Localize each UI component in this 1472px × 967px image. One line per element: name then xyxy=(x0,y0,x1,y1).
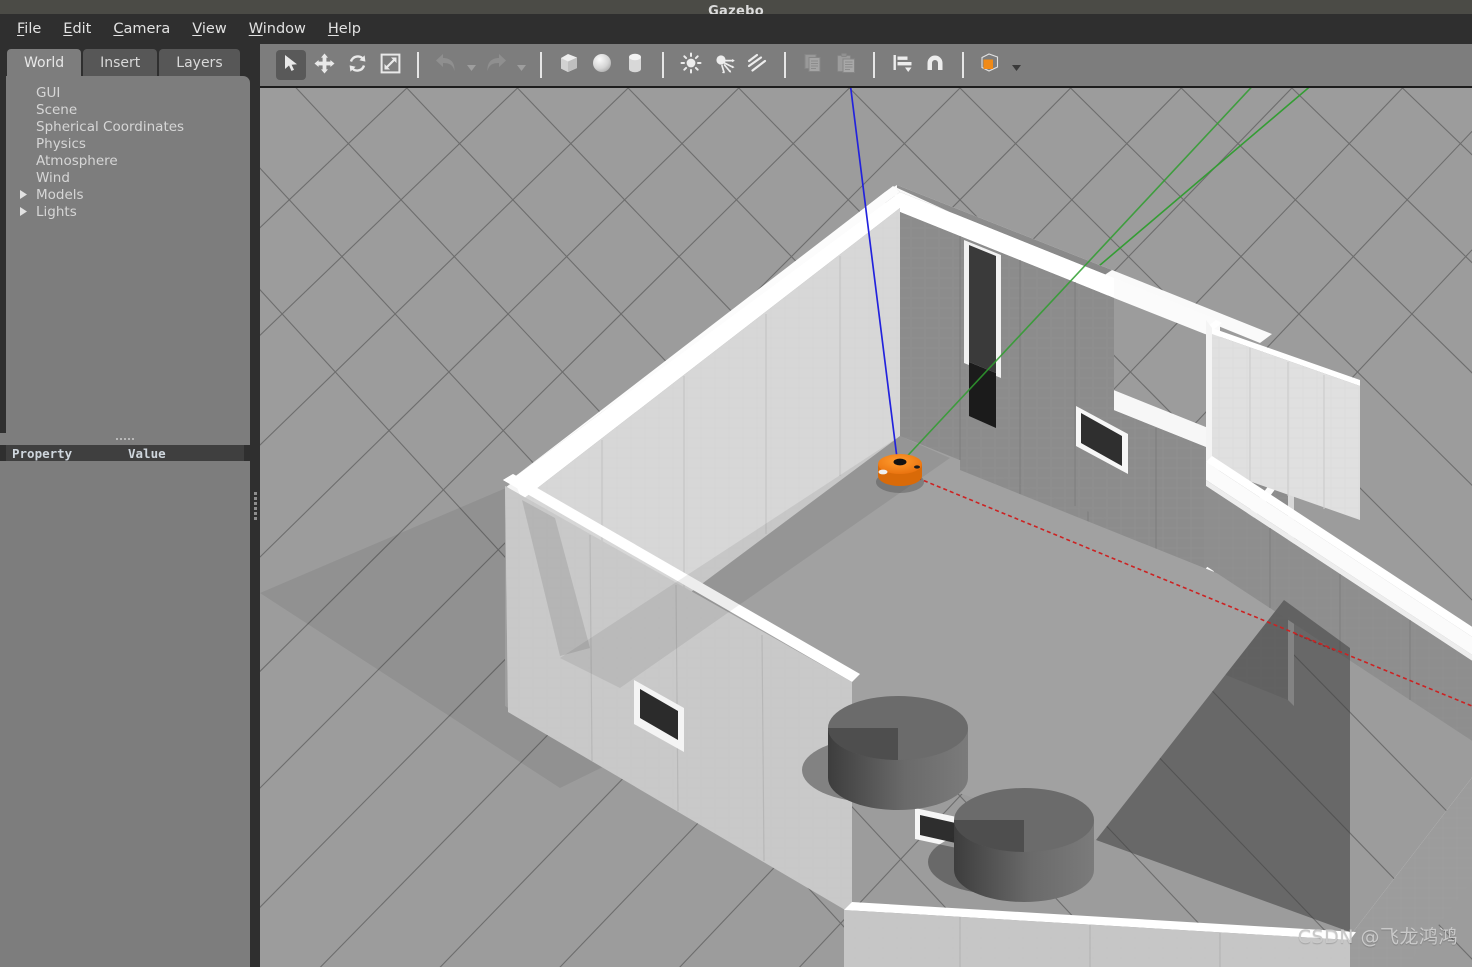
chevron-down-icon xyxy=(466,56,476,75)
redo-arrow-icon xyxy=(485,53,507,77)
tree-item-label: GUI xyxy=(36,84,61,101)
tree-item-label: Physics xyxy=(36,135,86,152)
gazebo-window: Gazebo File Edit Camera View Window Help… xyxy=(0,0,1472,967)
menu-window[interactable]: Window xyxy=(238,17,317,41)
tree-item-spherical-coordinates[interactable]: Spherical Coordinates xyxy=(6,118,250,135)
world-tree: GUI Scene Spherical Coordinates Physics … xyxy=(6,76,250,433)
insert-spot-light-button[interactable] xyxy=(709,50,739,80)
tree-item-label: Lights xyxy=(36,203,77,220)
directional-light-icon xyxy=(746,52,768,78)
robot-wheel xyxy=(878,469,888,475)
translate-move-icon xyxy=(314,53,335,78)
spot-light-icon xyxy=(713,52,735,78)
undo-history-button[interactable] xyxy=(464,50,478,80)
view-angle-dropdown[interactable] xyxy=(1009,50,1023,80)
magnet-snap-icon xyxy=(924,52,946,78)
snap-button[interactable] xyxy=(920,50,950,80)
menu-bar: File Edit Camera View Window Help xyxy=(0,14,1472,44)
menu-view[interactable]: View xyxy=(181,17,237,41)
tree-item-scene[interactable]: Scene xyxy=(6,101,250,118)
align-icon xyxy=(891,52,913,78)
3d-viewport[interactable]: CSDN @飞龙鸿鸿 xyxy=(260,88,1472,967)
insert-directional-light-button[interactable] xyxy=(742,50,772,80)
chevron-right-icon[interactable] xyxy=(16,207,29,216)
window-title: Gazebo xyxy=(708,4,764,14)
align-button[interactable] xyxy=(887,50,917,80)
tab-layers[interactable]: Layers xyxy=(159,49,240,76)
undo-button[interactable] xyxy=(431,50,461,80)
tree-item-gui[interactable]: GUI xyxy=(6,84,250,101)
chevron-down-icon xyxy=(1011,56,1021,75)
main-vertical-splitter[interactable] xyxy=(250,44,260,967)
property-table-header: Property Value xyxy=(6,445,244,461)
rotate-mode-button[interactable] xyxy=(342,50,372,80)
tree-item-lights[interactable]: Lights xyxy=(6,203,250,220)
scale-icon xyxy=(380,53,401,78)
menu-camera[interactable]: Camera xyxy=(102,17,181,41)
splitter-grip-dots xyxy=(116,438,134,440)
column-header-property: Property xyxy=(12,445,73,461)
paste-button[interactable] xyxy=(831,50,861,80)
copy-icon xyxy=(802,52,824,78)
toolbar-separator xyxy=(873,52,875,78)
insert-cylinder-button[interactable] xyxy=(620,50,650,80)
main-toolbar xyxy=(260,44,1472,88)
copy-button[interactable] xyxy=(798,50,828,80)
splitter-grip-dots xyxy=(253,491,257,520)
paste-icon xyxy=(835,52,857,78)
property-table-body[interactable] xyxy=(0,461,250,967)
toolbar-separator xyxy=(784,52,786,78)
column-header-value: Value xyxy=(128,445,166,461)
tree-item-label: Wind xyxy=(36,169,70,186)
tab-insert-label: Insert xyxy=(100,54,141,71)
insert-point-light-button[interactable] xyxy=(676,50,706,80)
toolbar-separator xyxy=(662,52,664,78)
rotate-icon xyxy=(347,53,368,78)
tree-item-physics[interactable]: Physics xyxy=(6,135,250,152)
menu-file[interactable]: File xyxy=(6,17,52,41)
chevron-down-icon xyxy=(516,56,526,75)
redo-history-button[interactable] xyxy=(514,50,528,80)
insert-sphere-button[interactable] xyxy=(587,50,617,80)
title-bar: Gazebo xyxy=(0,0,1472,14)
tree-item-label: Spherical Coordinates xyxy=(36,118,185,135)
panel-tabstrip: World Insert Layers xyxy=(0,44,250,76)
tree-item-label: Models xyxy=(36,186,84,203)
turtlebot-robot xyxy=(876,454,924,493)
scale-mode-button[interactable] xyxy=(375,50,405,80)
tree-item-models[interactable]: Models xyxy=(6,186,250,203)
toolbar-separator xyxy=(962,52,964,78)
tab-world[interactable]: World xyxy=(7,49,82,76)
chevron-right-icon[interactable] xyxy=(16,190,29,199)
tree-item-wind[interactable]: Wind xyxy=(6,169,250,186)
translate-mode-button[interactable] xyxy=(309,50,339,80)
tab-world-label: World xyxy=(24,54,65,71)
point-light-icon xyxy=(680,52,702,78)
tree-item-atmosphere[interactable]: Atmosphere xyxy=(6,152,250,169)
menu-edit[interactable]: Edit xyxy=(52,17,102,41)
tab-layers-label: Layers xyxy=(176,54,223,71)
redo-button[interactable] xyxy=(481,50,511,80)
view-cube-icon xyxy=(979,52,1003,78)
view-angle-button[interactable] xyxy=(976,50,1006,80)
select-mode-button[interactable] xyxy=(276,50,306,80)
undo-arrow-icon xyxy=(435,53,457,77)
door-opening-1-inner xyxy=(969,245,996,373)
menu-help[interactable]: Help xyxy=(317,17,372,41)
toolbar-separator xyxy=(540,52,542,78)
robot-sensor xyxy=(893,458,907,466)
scene-render xyxy=(260,88,1472,967)
left-panel: World Insert Layers GUI Scene Spherical … xyxy=(0,44,250,967)
panel-horizontal-splitter[interactable] xyxy=(0,433,250,445)
cylinder-icon xyxy=(624,52,646,78)
cursor-arrow-icon xyxy=(282,54,301,77)
tab-insert[interactable]: Insert xyxy=(83,49,158,76)
box-icon xyxy=(558,52,580,78)
toolbar-separator xyxy=(417,52,419,78)
tree-item-label: Atmosphere xyxy=(36,152,118,169)
insert-box-button[interactable] xyxy=(554,50,584,80)
sphere-icon xyxy=(591,52,613,78)
tree-item-label: Scene xyxy=(36,101,78,118)
